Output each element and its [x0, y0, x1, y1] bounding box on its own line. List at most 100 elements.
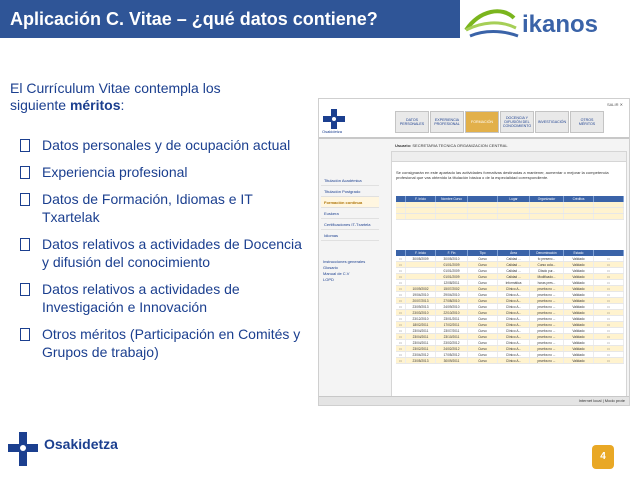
app-user-line: Usuario: SECRETARIA TECNICA ORGANIZACION… [395, 143, 508, 148]
table-cell: 01/01/2009 [436, 262, 468, 267]
bullet-box-icon [20, 328, 30, 341]
sidebar-item-titulacion-academica[interactable]: Titulación Académica [321, 175, 379, 186]
table-cell: fo presenc... [530, 256, 564, 261]
row-checkbox[interactable]: □ [594, 358, 624, 363]
table-cell: Validado [564, 310, 594, 315]
intro-text: El Currículum Vitae contempla los siguie… [10, 80, 221, 113]
table-cell: Curso [468, 352, 498, 357]
row-checkbox[interactable]: □ [396, 328, 406, 333]
osakidetza-logo [8, 432, 38, 466]
tab-formacion[interactable]: FORMACIÓN [465, 111, 499, 133]
table-cell: 23/03/2010 [406, 310, 436, 315]
row-checkbox[interactable]: □ [594, 262, 624, 267]
table-cell: Validado [564, 286, 594, 291]
row-checkbox[interactable]: □ [396, 298, 406, 303]
table-cell: prueba no ... [530, 340, 564, 345]
row-checkbox[interactable]: □ [396, 280, 406, 285]
panel-toolbar [392, 152, 626, 162]
row-checkbox[interactable]: □ [396, 310, 406, 315]
row-checkbox[interactable]: □ [396, 262, 406, 267]
tab-investigacion[interactable]: INVESTIGACIÓN [535, 111, 569, 133]
row-checkbox[interactable]: □ [594, 304, 624, 309]
row-checkbox[interactable]: □ [594, 280, 624, 285]
row-checkbox[interactable]: □ [396, 292, 406, 297]
tab-otros-meritos[interactable]: OTROS MÉRITOS [570, 111, 604, 133]
osakidetza-wordmark: Osakidetza [44, 436, 118, 452]
table-cell: Validado [564, 352, 594, 357]
table-cell: 23/02/2012 [436, 340, 468, 345]
table-cell: Clínico A... [498, 334, 530, 339]
table-cell: Validado [564, 274, 594, 279]
app-sidebar: Titulación Académica Titulación Postgrad… [321, 175, 379, 241]
table-cell: 23/12/2010 [406, 316, 436, 321]
row-checkbox[interactable]: □ [594, 274, 624, 279]
sidebar-item-idiomas[interactable]: Idiomas [321, 230, 379, 241]
row-checkbox[interactable]: □ [396, 346, 406, 351]
table-cell: 01/01/2009 [436, 274, 468, 279]
table-cell: 22/10/2010 [436, 310, 468, 315]
row-checkbox[interactable]: □ [396, 340, 406, 345]
table-cell: Validado [564, 316, 594, 321]
sidebar-item-formacion-continua[interactable]: Formación continua [321, 197, 379, 208]
table-row[interactable] [396, 214, 624, 220]
row-checkbox[interactable]: □ [396, 322, 406, 327]
table-cell: Curso [468, 292, 498, 297]
sidebar-item-it-txartela[interactable]: Certificaciones IT-Txartela [321, 219, 379, 230]
row-checkbox[interactable]: □ [396, 316, 406, 321]
page-number: 4 [592, 445, 614, 469]
row-checkbox[interactable]: □ [396, 256, 406, 261]
table-row[interactable]: □ 23/05/2013 30/09/2011 Curso Clínico A... pr… [396, 358, 624, 364]
link-lopd[interactable]: LOPD [323, 277, 379, 283]
row-checkbox[interactable]: □ [396, 352, 406, 357]
osakidetza-small-logo-icon [323, 109, 345, 129]
sidebar-item-titulacion-postgrado[interactable]: Titulación Postgrado [321, 186, 379, 197]
table-cell: prueba no ... [530, 316, 564, 321]
table-cell: Curso [468, 268, 498, 273]
row-checkbox[interactable]: □ [396, 268, 406, 273]
row-checkbox[interactable]: □ [594, 346, 624, 351]
row-checkbox[interactable]: □ [594, 310, 624, 315]
table-cell: 23/04/2012 [406, 352, 436, 357]
row-checkbox[interactable]: □ [594, 334, 624, 339]
bullet-box-icon [20, 238, 30, 251]
table-cell: Validado [564, 256, 594, 261]
table-cell: prueba no ... [530, 346, 564, 351]
table-cell: prueba no ... [530, 292, 564, 297]
row-checkbox[interactable]: □ [594, 322, 624, 327]
tab-docencia[interactable]: DOCENCIA Y DIFUSIÓN DEL CONOCIMIENTO [500, 111, 534, 133]
row-checkbox[interactable]: □ [594, 286, 624, 291]
row-checkbox[interactable]: □ [396, 274, 406, 279]
table-cell: Curso [468, 304, 498, 309]
table-cell: 23/09/2013 [406, 304, 436, 309]
row-checkbox[interactable]: □ [396, 286, 406, 291]
row-checkbox[interactable]: □ [594, 268, 624, 273]
tab-datos-personales[interactable]: DATOS PERSONALES [395, 111, 429, 133]
row-checkbox[interactable]: □ [594, 292, 624, 297]
courses-table: F. Inicio F. Fin Tipo Área Denominación Estad… [396, 250, 624, 364]
table-cell [406, 268, 436, 273]
row-checkbox[interactable]: □ [594, 316, 624, 321]
row-checkbox[interactable]: □ [594, 298, 624, 303]
logout-link[interactable]: SALIR ✕ [607, 102, 623, 107]
sidebar-item-euskera[interactable]: Euskera [321, 208, 379, 219]
row-checkbox[interactable]: □ [396, 358, 406, 363]
courses-table-body: □ 30/05/2009 30/05/2010 Curso Calidad ... fo … [396, 256, 624, 364]
table-cell: Validado [564, 292, 594, 297]
row-checkbox[interactable]: □ [396, 334, 406, 339]
table-cell: 24/09/2010 [436, 304, 468, 309]
table-cell: Citado pur... [530, 268, 564, 273]
bullet-box-icon [20, 166, 30, 179]
row-checkbox[interactable]: □ [594, 352, 624, 357]
row-checkbox[interactable]: □ [396, 304, 406, 309]
row-checkbox[interactable]: □ [594, 340, 624, 345]
row-checkbox[interactable]: □ [594, 256, 624, 261]
table-cell: Curso [468, 346, 498, 351]
list-item: Datos relativos a actividades de Investi… [18, 280, 310, 316]
app-tabs: DATOS PERSONALES EXPERIENCIA PROFESIONAL… [395, 111, 604, 133]
row-checkbox[interactable]: □ [594, 328, 624, 333]
app-help-links: Instrucciones generales Glosario Manual … [323, 259, 379, 283]
tab-experiencia[interactable]: EXPERIENCIA PROFESIONAL [430, 111, 464, 133]
table-cell: Clínico A... [498, 328, 530, 333]
table-cell: prueba no ... [530, 328, 564, 333]
table-cell: Validado [564, 334, 594, 339]
